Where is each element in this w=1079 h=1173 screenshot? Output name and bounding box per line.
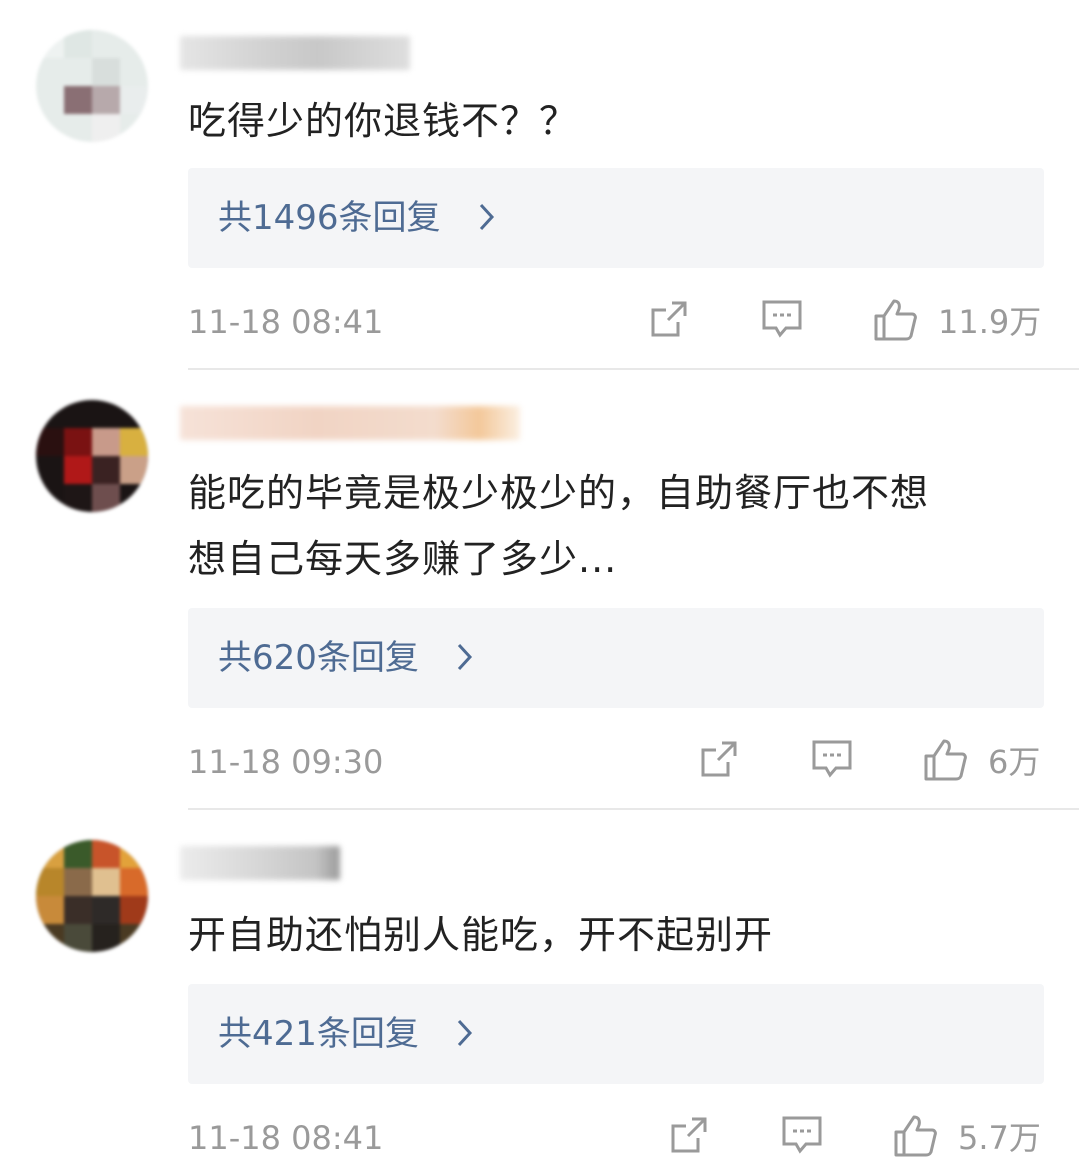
avatar[interactable] [36,400,148,512]
comment-text: 能吃的毕竟是极少极少的，自助餐厅也不想 想自己每天多赚了多少... [188,471,930,581]
chevron-right-icon [479,203,495,231]
share-icon[interactable] [648,298,690,340]
comment-feed: 吃得少的你退钱不？？ 共1496条回复 11-18 08:41 11.9万 能吃… [0,0,1079,1173]
like-count: 11.9万 [938,303,1042,341]
view-replies-button[interactable]: 共620条回复 [188,608,1044,708]
thumbs-up-icon[interactable] [892,1114,938,1158]
share-icon[interactable] [668,1114,710,1156]
timestamp: 11-18 08:41 [188,1119,384,1157]
comment-icon[interactable] [780,1114,824,1156]
chevron-right-icon [457,643,473,671]
reply-count-label: 共620条回复 [218,638,419,678]
comment-text: 吃得少的你退钱不？？ [188,99,579,143]
username-blurred[interactable] [180,406,520,440]
view-replies-button[interactable]: 共1496条回复 [188,168,1044,268]
username-blurred[interactable] [180,36,410,70]
divider [188,368,1079,370]
timestamp: 11-18 08:41 [188,303,384,341]
thumbs-up-icon[interactable] [872,298,918,342]
comment-icon[interactable] [760,298,804,340]
thumbs-up-icon[interactable] [922,738,968,782]
reply-count-label: 共421条回复 [218,1014,419,1054]
timestamp: 11-18 09:30 [188,743,384,781]
comment-meta: 11-18 08:41 11.9万 [0,292,1079,352]
comment-icon[interactable] [810,738,854,780]
avatar[interactable] [36,840,148,952]
avatar[interactable] [36,30,148,142]
reply-count-label: 共1496条回复 [218,198,441,238]
divider [188,808,1079,810]
username-blurred[interactable] [180,846,340,880]
comment-meta: 11-18 08:41 5.7万 [0,1108,1079,1168]
like-count: 5.7万 [958,1119,1041,1157]
comment-meta: 11-18 09:30 6万 [0,732,1079,792]
like-count: 6万 [988,743,1041,781]
comment-text: 开自助还怕别人能吃，开不起别开 [188,913,774,957]
share-icon[interactable] [698,738,740,780]
view-replies-button[interactable]: 共421条回复 [188,984,1044,1084]
chevron-right-icon [457,1019,473,1047]
